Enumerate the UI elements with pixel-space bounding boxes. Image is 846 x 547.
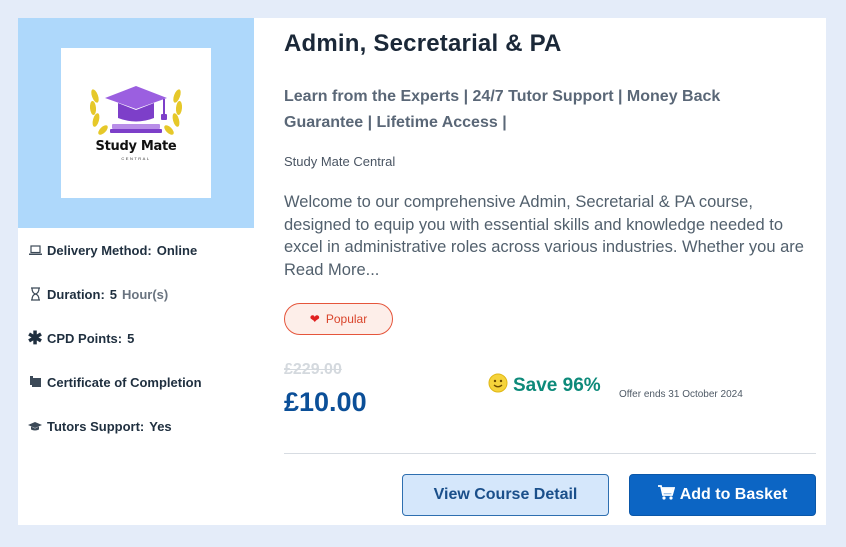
cpd-points-label: CPD Points: [47, 330, 123, 346]
cpd-points-row: ✱ CPD Points: 5 [27, 327, 135, 348]
asterisk-icon: ✱ [27, 327, 43, 348]
course-details: Admin, Secretarial & PA Learn from the E… [284, 18, 816, 525]
course-tagline: Learn from the Experts | 24/7 Tutor Supp… [284, 88, 721, 131]
heart-icon: ❤ [309, 312, 320, 326]
tutors-support-label: Tutors Support: [47, 418, 145, 434]
tutors-support-value: Yes [149, 418, 172, 434]
duration-unit: Hour(s) [122, 286, 169, 302]
delivery-method-label: Delivery Method: [47, 242, 152, 258]
laptop-icon [28, 243, 42, 257]
cart-icon [657, 485, 675, 505]
popular-badge: ❤ Popular [284, 303, 393, 335]
divider [284, 453, 816, 454]
certificate-icon [28, 375, 42, 389]
logo-panel: Study Mate CENTRAL [18, 18, 254, 228]
view-course-detail-button[interactable]: View Course Detail [402, 474, 609, 516]
popular-badge-label: Popular [325, 312, 368, 326]
read-more-link[interactable]: Read More... [284, 261, 379, 279]
add-to-basket-label: Add to Basket [679, 486, 788, 503]
duration-row: Duration: 5 Hour(s) [28, 284, 168, 304]
delivery-method-value: Online [156, 242, 198, 258]
certificate-label: Certificate of Completion [47, 374, 202, 390]
savings: Save 96% [488, 373, 601, 398]
duration-value: 5 [109, 286, 118, 302]
certificate-row: Certificate of Completion [28, 372, 202, 392]
smiley-icon [488, 373, 508, 398]
duration-label: Duration: [47, 286, 105, 302]
offer-end-date: Offer ends 31 October 2024 [619, 389, 743, 400]
delivery-method-row: Delivery Method: Online [28, 240, 197, 260]
course-description-text: Welcome to our comprehensive Admin, Secr… [284, 193, 804, 256]
current-price: £10.00 [284, 387, 367, 417]
original-price: £229.00 [284, 361, 342, 378]
graduation-cap-icon [28, 419, 42, 433]
add-to-basket-button[interactable]: Add to Basket [629, 474, 816, 516]
course-title[interactable]: Admin, Secretarial & PA [284, 30, 562, 58]
graduation-cap-logo-icon [89, 86, 183, 135]
tutors-support-row: Tutors Support: Yes [28, 416, 172, 436]
view-course-detail-label: View Course Detail [433, 486, 578, 503]
provider-logo[interactable]: Study Mate CENTRAL [61, 48, 211, 198]
hourglass-icon [28, 287, 42, 301]
cpd-points-value: 5 [127, 330, 135, 346]
logo-name: Study Mate [95, 139, 177, 154]
logo-subtitle: CENTRAL [121, 156, 151, 161]
course-card: Study Mate CENTRAL Delivery Method: Onli… [18, 18, 826, 525]
save-percentage: Save 96% [513, 374, 601, 396]
course-provider[interactable]: Study Mate Central [284, 154, 395, 169]
course-description: Welcome to our comprehensive Admin, Secr… [284, 191, 814, 281]
course-sidebar: Study Mate CENTRAL Delivery Method: Onli… [18, 18, 254, 525]
